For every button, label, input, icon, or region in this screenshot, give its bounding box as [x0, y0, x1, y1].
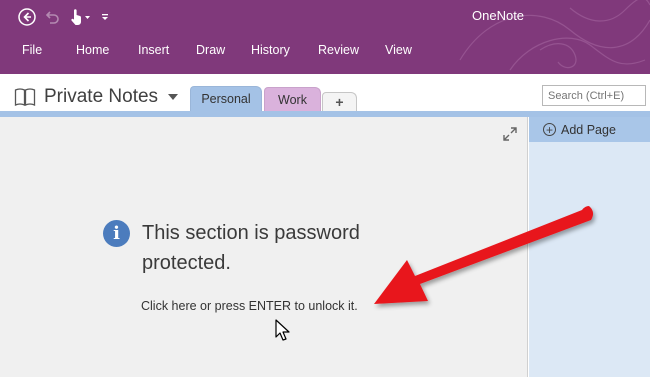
title-bar: OneNote File Home Insert Draw History Re…: [0, 0, 650, 74]
tab-file[interactable]: File: [22, 40, 42, 60]
mouse-cursor-icon: [275, 319, 290, 341]
tab-review[interactable]: Review: [318, 40, 359, 60]
undo-icon: [45, 11, 59, 24]
notebook-bar: Private Notes Personal Work +: [0, 74, 650, 111]
add-section-button[interactable]: +: [322, 92, 357, 111]
tab-home[interactable]: Home: [76, 40, 109, 60]
section-tab-work[interactable]: Work: [264, 87, 321, 111]
locked-section-notice: i This section is password protected.: [103, 220, 392, 278]
page-content[interactable]: i This section is password protected. Cl…: [0, 117, 528, 377]
password-protected-message: This section is password protected.: [142, 222, 360, 274]
decorative-swirl-icon: [459, 0, 650, 71]
notebook-selector[interactable]: Private Notes: [14, 86, 179, 108]
chevron-down-icon: [168, 93, 179, 100]
tab-view[interactable]: View: [385, 40, 412, 60]
tab-history[interactable]: History: [251, 40, 290, 60]
unlock-link[interactable]: Click here or press ENTER to unlock it.: [141, 299, 358, 313]
undo-button[interactable]: [44, 6, 60, 28]
customize-toolbar-button[interactable]: [100, 6, 110, 28]
page-list-pane: + Add Page: [529, 117, 650, 377]
tab-insert[interactable]: Insert: [138, 40, 169, 60]
add-circle-icon: +: [543, 123, 556, 136]
notebook-icon: [14, 88, 36, 106]
customize-icon: [102, 14, 108, 20]
touch-mode-icon: [71, 9, 90, 25]
quick-access-toolbar: [18, 6, 110, 28]
tab-draw[interactable]: Draw: [196, 40, 225, 60]
plus-icon: +: [335, 94, 344, 110]
back-button[interactable]: [18, 6, 36, 28]
add-page-button[interactable]: + Add Page: [529, 117, 650, 142]
expand-icon[interactable]: [503, 127, 517, 141]
back-icon: [18, 8, 36, 26]
notebook-name: Private Notes: [44, 86, 159, 107]
touch-mode-button[interactable]: [68, 6, 92, 28]
search-input[interactable]: [542, 85, 646, 106]
section-tab-personal[interactable]: Personal: [190, 86, 262, 111]
info-icon: i: [103, 220, 130, 247]
